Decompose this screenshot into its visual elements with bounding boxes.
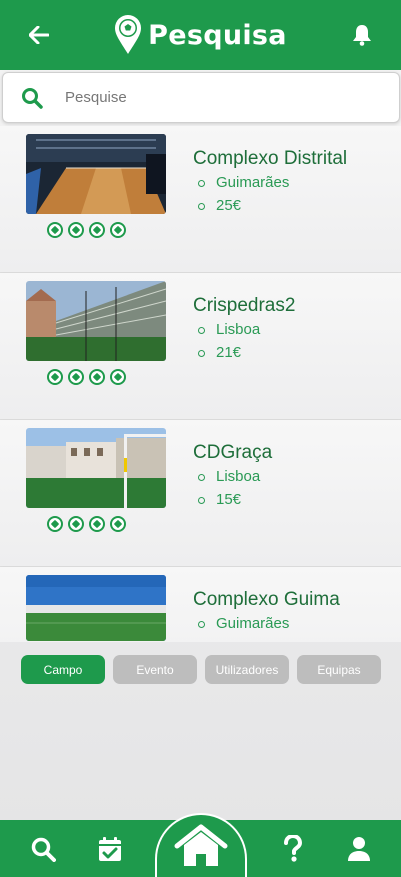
rating-ball-icon [89,369,105,385]
rating-ball-icon [68,369,84,385]
soccer-ball-pin-icon [115,15,142,54]
venue-info: Complexo Distrital Guimarães 25€ [193,148,347,220]
category-tabs: Campo Evento Utilizadores Equipas [21,655,381,684]
tab-evento[interactable]: Evento [113,655,197,684]
help-icon [284,835,303,862]
nav-search-button[interactable] [28,834,58,864]
venue-photo [26,428,166,508]
search-bar [2,72,400,123]
venue-price: 21€ [193,344,295,361]
venue-info: CDGraça Lisboa 15€ [193,442,272,514]
rating [47,222,126,238]
top-bar: Pesquisa [0,0,401,70]
venue-photo [26,281,166,361]
search-icon[interactable] [21,87,43,109]
calendar-check-icon [99,837,121,861]
venue-name: CDGraça [193,442,273,463]
user-icon [348,837,370,861]
rating-ball-icon [89,222,105,238]
page-title: Pesquisa [148,19,287,51]
tab-campo[interactable]: Campo [21,655,105,684]
tab-equipas[interactable]: Equipas [297,655,381,684]
rating [47,516,126,532]
rating [47,369,126,385]
notifications-button[interactable] [347,20,377,50]
venue-price: 25€ [193,197,347,214]
venue-photo [26,575,166,641]
rating-ball-icon [47,222,63,238]
rating-ball-icon [68,222,84,238]
venue-location: Lisboa [193,468,272,485]
result-card[interactable]: Complexo Distrital Guimarães 25€ [0,126,401,273]
rating-ball-icon [68,516,84,532]
nav-help-button[interactable] [278,834,308,864]
search-icon [31,837,56,862]
venue-location: Guimarães [193,615,340,632]
home-icon [174,824,228,866]
venue-info: Crispedras2 Lisboa 21€ [193,295,295,367]
venue-name: Complexo Guima [193,589,340,610]
rating-ball-icon [47,516,63,532]
venue-location: Lisboa [193,321,295,338]
results-list: Complexo Distrital Guimarães 25€ Crisped… [0,126,401,642]
result-card[interactable]: Complexo Guima Guimarães [0,567,401,642]
rating-ball-icon [89,516,105,532]
venue-photo [26,134,166,214]
search-input[interactable] [65,89,365,106]
rating-ball-icon [47,369,63,385]
app-brand: Pesquisa [114,15,287,55]
venue-name: Crispedras2 [193,295,296,316]
venue-price: 15€ [193,491,272,508]
tab-utilizadores[interactable]: Utilizadores [205,655,289,684]
bell-icon [352,25,371,46]
venue-name: Complexo Distrital [193,148,348,169]
nav-calendar-button[interactable] [95,834,125,864]
venue-info: Complexo Guima Guimarães [193,589,340,638]
rating-ball-icon [110,369,126,385]
nav-profile-button[interactable] [344,834,374,864]
back-button[interactable] [24,20,54,50]
rating-ball-icon [110,222,126,238]
arrow-left-icon [29,26,49,44]
result-card[interactable]: CDGraça Lisboa 15€ [0,420,401,567]
rating-ball-icon [110,516,126,532]
result-card[interactable]: Crispedras2 Lisboa 21€ [0,273,401,420]
venue-location: Guimarães [193,174,347,191]
